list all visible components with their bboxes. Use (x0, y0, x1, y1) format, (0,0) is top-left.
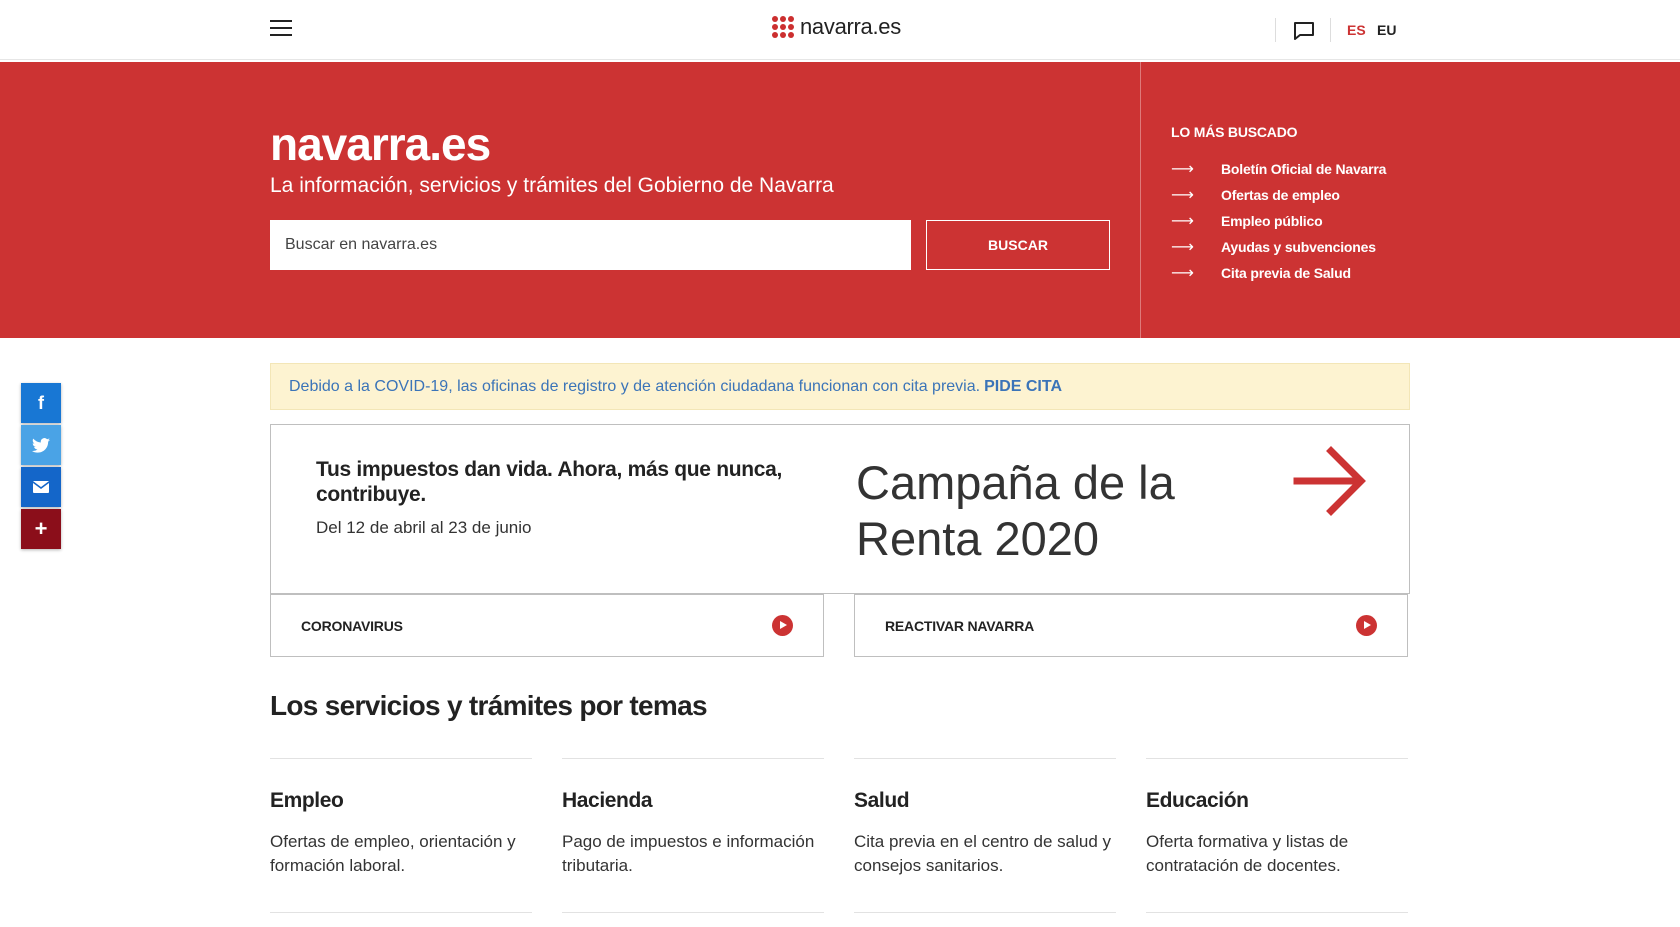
header-divider (1275, 18, 1276, 42)
topic-name[interactable]: Educación (1146, 789, 1408, 813)
coronavirus-link[interactable]: CORONAVIRUS (270, 594, 824, 657)
pide-cita-link[interactable]: PIDE CITA (984, 378, 1062, 396)
topic-divider (854, 912, 1116, 913)
mail-icon (33, 481, 49, 493)
play-circle-icon (772, 615, 793, 636)
renta-campaign-card[interactable]: Tus impuestos dan vida. Ahora, más que n… (270, 424, 1410, 594)
logo-text: navarra.es (800, 14, 901, 39)
twitter-icon (32, 437, 50, 453)
reactivar-navarra-link[interactable]: REACTIVAR NAVARRA (854, 594, 1408, 657)
site-logo[interactable]: navarra.es (772, 14, 901, 40)
most-searched-label[interactable]: Empleo público (1221, 213, 1323, 229)
most-searched-label[interactable]: Cita previa de Salud (1221, 265, 1351, 281)
topic-divider (1146, 912, 1408, 913)
campaign-dates: Del 12 de abril al 23 de junio (316, 518, 532, 537)
arrow-right-icon: ⟶ (1171, 213, 1194, 230)
section-title: Los servicios y trámites por temas (270, 690, 708, 721)
topic-card-empleo[interactable]: Empleo Ofertas de empleo, orientación y … (270, 758, 532, 878)
notice-text: Debido a la COVID-19, las oficinas de re… (289, 377, 981, 395)
chat-icon[interactable] (1293, 21, 1315, 41)
lang-es[interactable]: ES (1347, 22, 1366, 38)
most-searched-label[interactable]: Ayudas y subvenciones (1221, 239, 1376, 255)
twitter-share-button[interactable] (21, 425, 61, 465)
most-searched-label[interactable]: Boletín Oficial de Navarra (1221, 161, 1386, 177)
topic-name[interactable]: Empleo (270, 789, 532, 813)
facebook-icon: f (38, 392, 44, 413)
most-searched-title: LO MÁS BUSCADO (1171, 124, 1298, 140)
covid-notice: Debido a la COVID-19, las oficinas de re… (270, 363, 1410, 410)
arrow-right-icon: ⟶ (1171, 161, 1194, 178)
quick-link-label: REACTIVAR NAVARRA (885, 617, 1035, 634)
topic-card-hacienda[interactable]: Hacienda Pago de impuestos e información… (562, 758, 824, 878)
arrow-right-icon: ⟶ (1171, 239, 1194, 256)
facebook-share-button[interactable]: f (21, 383, 61, 423)
topic-description: Ofertas de empleo, orientación y formaci… (270, 832, 516, 875)
search-input[interactable] (270, 220, 911, 270)
topic-card-salud[interactable]: Salud Cita previa en el centro de salud … (854, 758, 1116, 878)
hero-title: navarra.es (270, 118, 491, 170)
hero-subtitle: La información, servicios y trámites del… (270, 174, 834, 197)
header-divider (1330, 18, 1331, 42)
arrow-right-icon (1293, 446, 1366, 516)
lang-eu[interactable]: EU (1377, 22, 1396, 38)
most-searched-item[interactable]: ⟶ Cita previa de Salud (1171, 260, 1386, 286)
campaign-title: Campaña de la Renta 2020 (856, 456, 1175, 565)
campaign-headline: Tus impuestos dan vida. Ahora, más que n… (316, 458, 783, 506)
most-searched-item[interactable]: ⟶ Boletín Oficial de Navarra (1171, 156, 1386, 182)
logo-dots-icon (772, 16, 794, 38)
most-searched-item[interactable]: ⟶ Ayudas y subvenciones (1171, 234, 1386, 260)
topic-description: Cita previa en el centro de salud y cons… (854, 832, 1112, 875)
topic-card-educacion[interactable]: Educación Oferta formativa y listas de c… (1146, 758, 1408, 878)
more-share-button[interactable]: + (21, 509, 61, 549)
topic-divider (562, 912, 824, 913)
arrow-right-icon: ⟶ (1171, 187, 1194, 204)
topic-name[interactable]: Salud (854, 789, 1116, 813)
topic-description: Oferta formativa y listas de contratació… (1146, 832, 1349, 875)
hero-banner: navarra.es La información, servicios y t… (0, 62, 1680, 338)
email-share-button[interactable] (21, 467, 61, 507)
social-share-bar: f + (21, 383, 61, 551)
hamburger-icon[interactable] (270, 20, 292, 38)
play-circle-icon (1356, 615, 1377, 636)
hero-divider (1140, 62, 1141, 338)
plus-icon: + (34, 516, 48, 541)
most-searched-list: ⟶ Boletín Oficial de Navarra ⟶ Ofertas de … (1171, 156, 1386, 286)
arrow-right-icon: ⟶ (1171, 265, 1194, 282)
top-header: navarra.es ES EU (0, 0, 1680, 60)
quick-link-label: CORONAVIRUS (301, 617, 403, 634)
topic-name[interactable]: Hacienda (562, 789, 824, 813)
search-button[interactable]: BUSCAR (926, 220, 1110, 270)
most-searched-item[interactable]: ⟶ Ofertas de empleo (1171, 182, 1386, 208)
most-searched-label[interactable]: Ofertas de empleo (1221, 187, 1340, 203)
topic-description: Pago de impuestos e información tributar… (562, 832, 815, 875)
topic-divider (270, 912, 532, 913)
most-searched-item[interactable]: ⟶ Empleo público (1171, 208, 1386, 234)
